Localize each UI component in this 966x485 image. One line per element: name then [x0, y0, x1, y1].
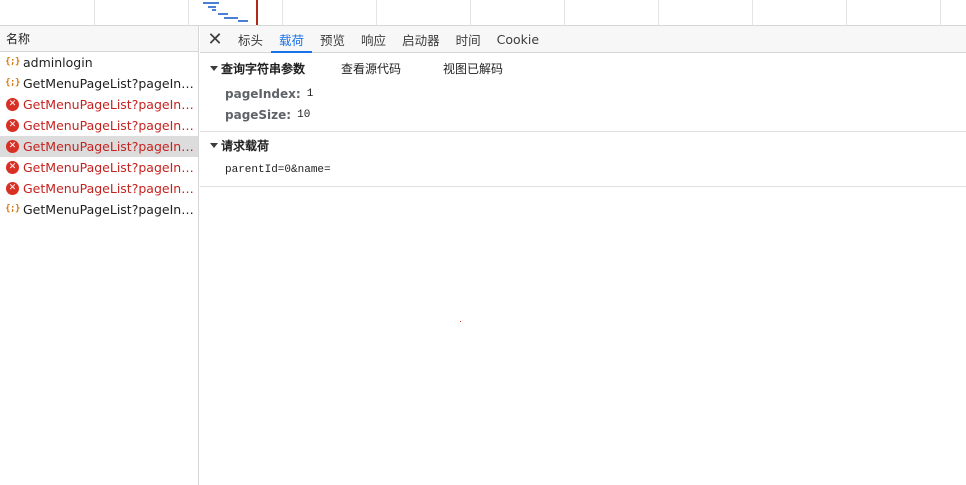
param-value: 1 — [306, 87, 314, 100]
tab-initiator[interactable]: 启动器 — [394, 26, 448, 52]
request-row[interactable]: ✕ GetMenuPageList?pageIndex=1&pageSize=10 — [0, 178, 198, 199]
request-row[interactable]: ✕ GetMenuPageList?pageIndex=1&pageSize=10 — [0, 94, 198, 115]
request-payload-body: parentId=0&name= — [225, 164, 331, 176]
error-icon: ✕ — [6, 182, 19, 195]
request-name: GetMenuPageList?pageIndex=1&pageSize=10 — [23, 118, 195, 133]
tab-response[interactable]: 响应 — [353, 26, 394, 52]
timeline-gridline — [658, 0, 659, 25]
timeline-gridline — [752, 0, 753, 25]
error-icon: ✕ — [6, 161, 19, 174]
request-name: GetMenuPageList?pageIndex=1&pageSize=10 — [23, 160, 195, 175]
request-name: GetMenuPageList?pageIndex=1&pageSize=10 — [23, 202, 195, 217]
tab-timing[interactable]: 时间 — [448, 26, 489, 52]
tab-preview[interactable]: 预览 — [312, 26, 353, 52]
request-list: {;} adminlogin {;} GetMenuPageList?pageInde… — [0, 52, 198, 220]
request-row[interactable]: {;}GetMenuPageList?pageIndex=1&pageSize=… — [0, 73, 198, 94]
query-param-row: pageIndex: 1 — [200, 83, 966, 104]
param-value: 10 — [297, 108, 311, 121]
request-row[interactable]: {;} adminlogin — [0, 52, 198, 73]
error-icon: ✕ — [6, 140, 19, 153]
request-name: adminlogin — [23, 55, 93, 70]
waterfall-bar — [238, 20, 248, 22]
name-column-header[interactable]: 名称 — [0, 26, 198, 52]
timeline-gridline — [376, 0, 377, 25]
request-name: GetMenuPageList?pageIndex=1&pageSize=10 — [23, 76, 195, 91]
json-icon: {;} — [5, 78, 20, 88]
request-payload-header[interactable]: 请求载荷 — [200, 132, 966, 158]
timeline-gridline — [940, 0, 941, 25]
tab-headers[interactable]: 标头 — [230, 26, 271, 52]
query-param-row: pageSize: 10 — [200, 104, 966, 125]
expand-triangle-icon — [210, 142, 218, 148]
request-name: GetMenuPageList?pageIndex=1&pageSize=10 — [23, 97, 195, 112]
request-payload-section: 请求载荷 parentId=0&name= — [200, 132, 966, 187]
query-params-header[interactable]: 查询字符串参数 查看源代码 视图已解码 — [200, 53, 966, 83]
waterfall-bar — [218, 13, 228, 15]
json-icon: {;} — [5, 57, 20, 67]
request-row[interactable]: ✕ GetMenuPageList?pageIndex=1&pageSize=10 — [0, 157, 198, 178]
request-payload-title: 请求载荷 — [221, 138, 270, 153]
query-params-section: 查询字符串参数 查看源代码 视图已解码 pageIndex: 1 pageSiz… — [200, 53, 966, 132]
timeline-gridline — [188, 0, 189, 25]
param-key: pageSize: — [225, 107, 292, 122]
error-icon: ✕ — [6, 98, 19, 111]
waterfall-bar — [212, 9, 216, 11]
timeline-gridline — [564, 0, 565, 25]
details-tab-bar: ✕ 标头 载荷 预览 响应 启动器 时间 Cookie — [200, 26, 966, 53]
request-row[interactable]: {;}GetMenuPageList?pageIndex=1&pageSize=… — [0, 199, 198, 220]
timeline-gridline — [846, 0, 847, 25]
view-source-link[interactable]: 查看源代码 — [341, 60, 401, 77]
error-icon: ✕ — [6, 119, 19, 132]
query-params-title: 查询字符串参数 — [221, 61, 306, 76]
timeline-gridline — [282, 0, 283, 25]
timeline-cursor — [256, 0, 258, 25]
stray-pixel — [460, 321, 461, 322]
request-row[interactable]: ✕ GetMenuPageList?pageIndex=1&pageSize=10 — [0, 115, 198, 136]
tab-cookies[interactable]: Cookie — [489, 26, 547, 52]
waterfall-bar — [203, 2, 219, 4]
request-details-panel: ✕ 标头 载荷 预览 响应 启动器 时间 Cookie 查询字符串参数 查看源代… — [200, 26, 966, 485]
json-icon: {;} — [5, 204, 20, 214]
expand-triangle-icon — [210, 65, 218, 71]
close-icon[interactable]: ✕ — [200, 26, 230, 52]
waterfall-bar — [224, 17, 238, 19]
waterfall-bar — [208, 6, 216, 8]
param-key: pageIndex: — [225, 86, 301, 101]
timeline-gridline — [94, 0, 95, 25]
timeline-gridline — [470, 0, 471, 25]
request-list-panel: 名称 {;} adminlogin {;} GetMenuPageList?pageI… — [0, 26, 199, 485]
view-decoded-link[interactable]: 视图已解码 — [443, 60, 503, 77]
request-row[interactable]: ✕ GetMenuPageList?pageIndex=1&pageSize=10 — [0, 136, 198, 157]
overview-timeline[interactable] — [0, 0, 966, 26]
request-name: GetMenuPageList?pageIndex=1&pageSize=10 — [23, 139, 195, 154]
request-name: GetMenuPageList?pageIndex=1&pageSize=10 — [23, 181, 195, 196]
tab-payload[interactable]: 载荷 — [271, 26, 313, 53]
